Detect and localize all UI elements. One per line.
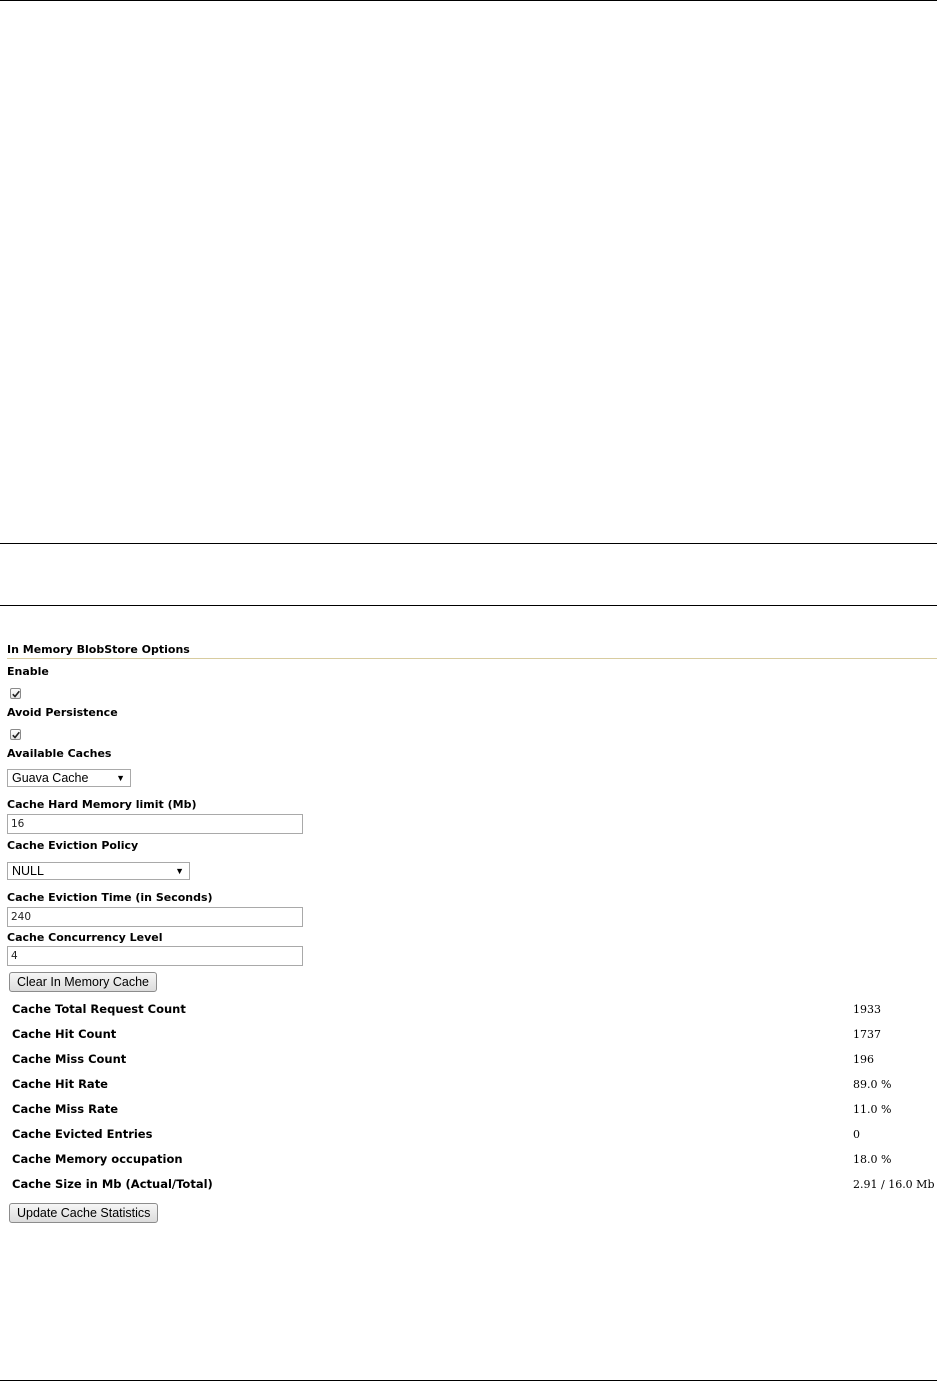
stat-value-memory-occupation: 18.0 % xyxy=(853,1153,892,1166)
available-caches-value: Guava Cache xyxy=(12,771,89,785)
clear-in-memory-cache-button[interactable]: Clear In Memory Cache xyxy=(9,972,157,992)
stat-value-cache-size: 2.91 / 16.0 Mb xyxy=(853,1178,935,1191)
stat-label-evicted-entries: Cache Evicted Entries xyxy=(12,1127,153,1141)
stat-value-evicted-entries: 0 xyxy=(853,1128,860,1141)
stat-value-hit-rate: 89.0 % xyxy=(853,1078,892,1091)
eviction-policy-label: Cache Eviction Policy xyxy=(7,839,139,852)
stat-label-miss-count: Cache Miss Count xyxy=(12,1052,127,1066)
stat-value-hit-count: 1737 xyxy=(853,1028,881,1041)
stat-value-miss-rate: 11.0 % xyxy=(853,1103,892,1116)
stat-value-miss-count: 196 xyxy=(853,1053,874,1066)
hard-memory-limit-label: Cache Hard Memory limit (Mb) xyxy=(7,798,197,811)
chevron-down-icon: ▼ xyxy=(175,866,184,876)
eviction-time-label: Cache Eviction Time (in Seconds) xyxy=(7,891,213,904)
update-cache-statistics-button[interactable]: Update Cache Statistics xyxy=(9,1203,159,1223)
concurrency-level-label: Cache Concurrency Level xyxy=(7,931,163,944)
stat-label-memory-occupation: Cache Memory occupation xyxy=(12,1152,183,1166)
eviction-policy-select[interactable]: NULL ▼ xyxy=(7,862,190,880)
middle-divider-2 xyxy=(0,605,937,606)
stat-label-miss-rate: Cache Miss Rate xyxy=(12,1102,118,1116)
available-caches-label: Available Caches xyxy=(7,747,112,760)
concurrency-level-input[interactable]: 4 xyxy=(7,946,303,966)
stat-label-hit-rate: Cache Hit Rate xyxy=(12,1077,108,1091)
bottom-divider xyxy=(0,1380,937,1381)
chevron-down-icon: ▼ xyxy=(116,773,125,783)
section-title: In Memory BlobStore Options xyxy=(7,643,190,656)
eviction-policy-value: NULL xyxy=(12,864,44,878)
checkmark-icon xyxy=(12,690,20,698)
middle-divider-1 xyxy=(0,543,937,544)
enable-checkbox[interactable] xyxy=(10,688,21,699)
available-caches-select[interactable]: Guava Cache ▼ xyxy=(7,769,131,787)
stat-label-total-request-count: Cache Total Request Count xyxy=(12,1002,186,1016)
enable-label: Enable xyxy=(7,665,49,678)
avoid-persistence-label: Avoid Persistence xyxy=(7,706,118,719)
stat-value-total-request-count: 1933 xyxy=(853,1003,881,1016)
stat-label-hit-count: Cache Hit Count xyxy=(12,1027,117,1041)
eviction-time-input[interactable]: 240 xyxy=(7,907,303,927)
top-divider xyxy=(0,0,937,1)
checkmark-icon xyxy=(12,731,20,739)
section-rule xyxy=(7,658,937,659)
stat-label-cache-size: Cache Size in Mb (Actual/Total) xyxy=(12,1177,213,1191)
avoid-persistence-checkbox[interactable] xyxy=(10,729,21,740)
hard-memory-limit-input[interactable]: 16 xyxy=(7,814,303,834)
